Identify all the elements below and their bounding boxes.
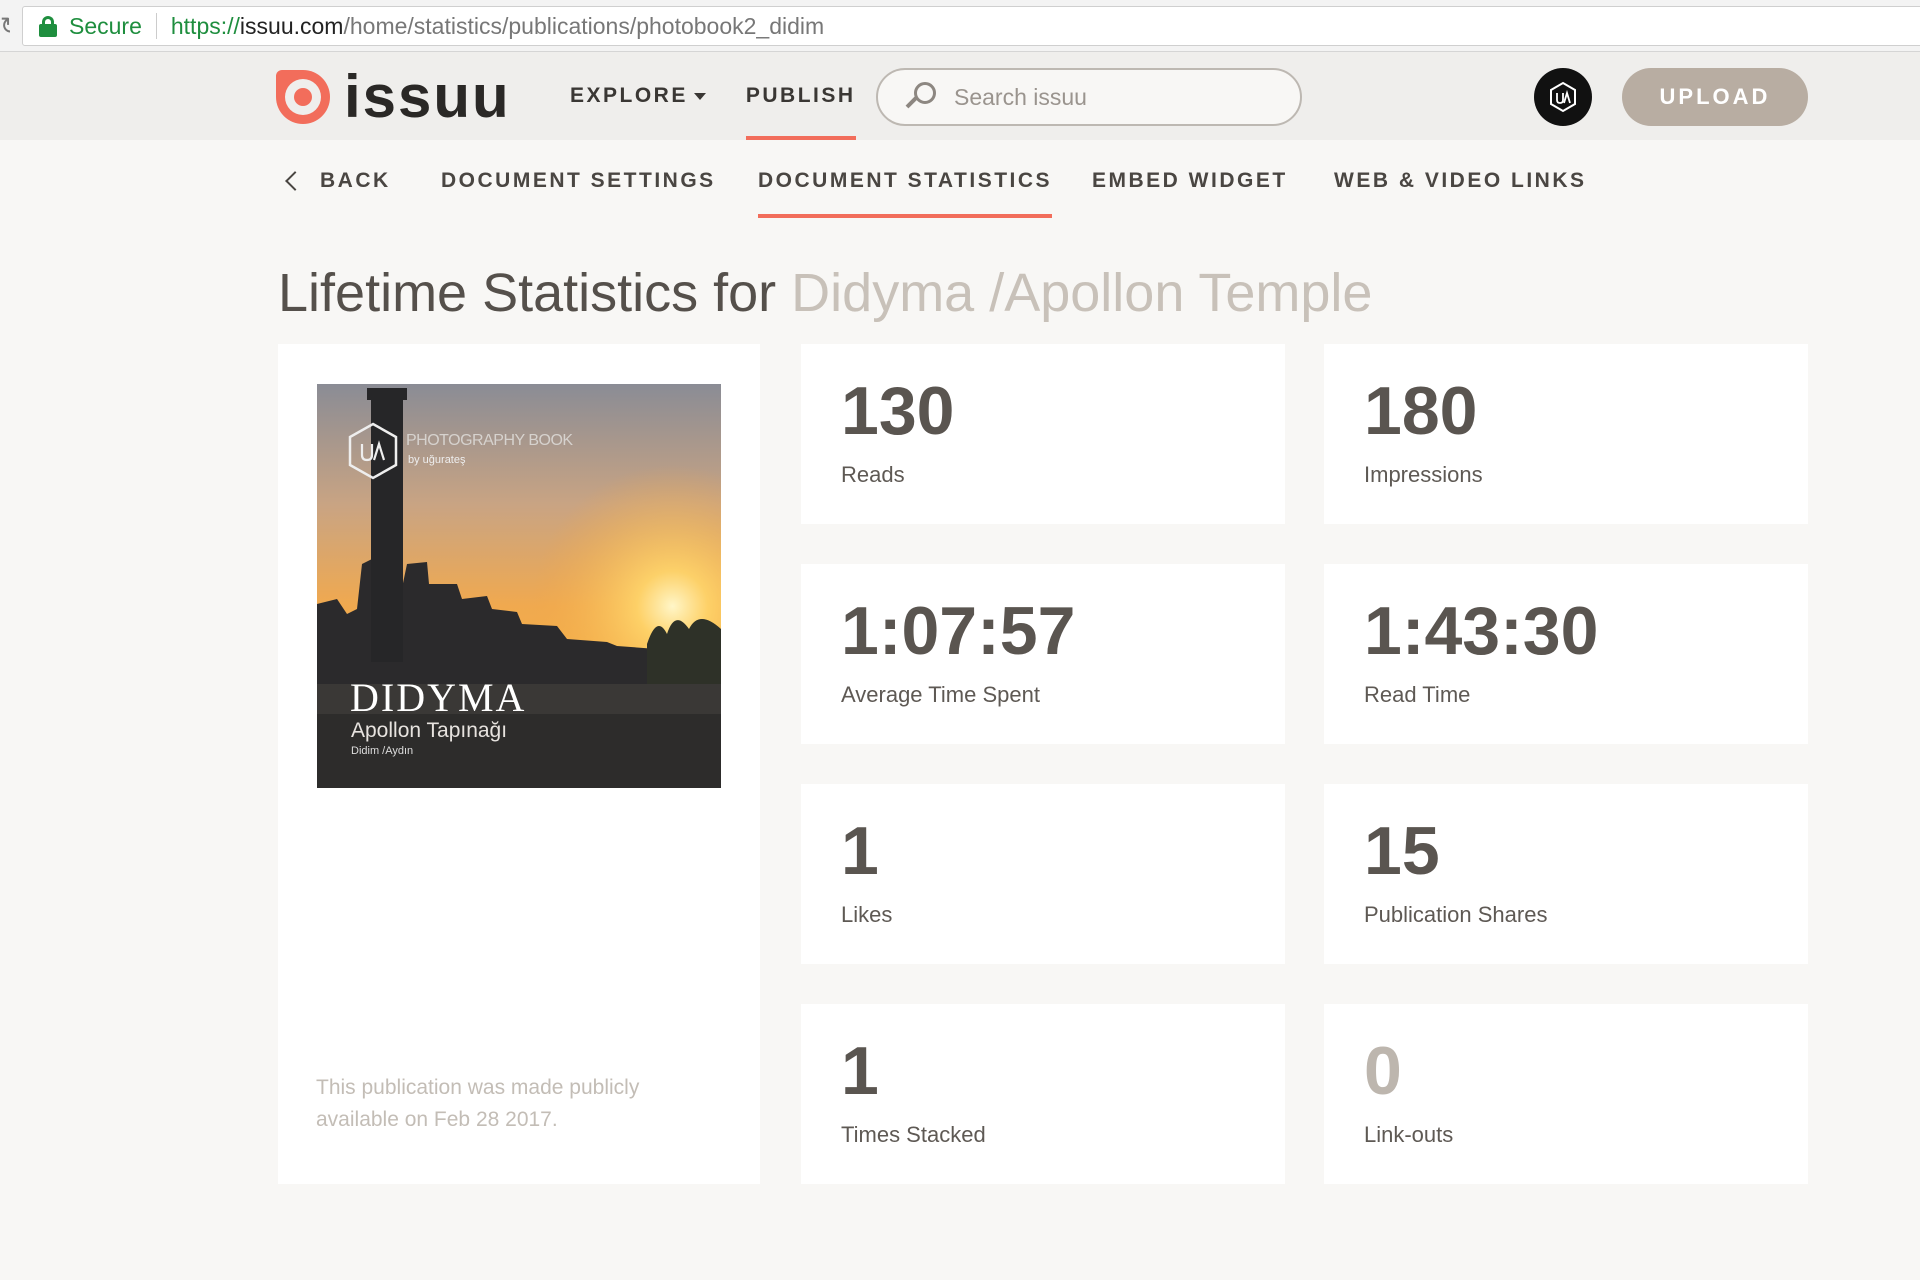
stat-card-impressions: 180 Impressions <box>1324 344 1808 524</box>
tab-document-statistics[interactable]: DOCUMENT STATISTICS <box>758 140 1053 222</box>
reload-icon[interactable]: ↻ <box>0 12 10 41</box>
main-nav: EXPLORE PUBLISH <box>570 52 896 140</box>
nav-publish-label: PUBLISH <box>745 84 856 107</box>
stat-value: 0 <box>1364 1033 1402 1109</box>
back-label: BACK <box>320 169 391 192</box>
stat-label: Reads <box>841 462 905 487</box>
logo-wordmark: issuu <box>344 63 511 130</box>
stat-value: 1 <box>841 813 879 889</box>
tab-embed-widget[interactable]: EMBED WIDGET <box>1092 140 1288 222</box>
page-title: Lifetime Statistics for Didyma /Apollon … <box>278 262 1372 324</box>
cover-series: PHOTOGRAPHY BOOK <box>406 432 573 449</box>
search-icon[interactable] <box>905 80 940 114</box>
chevron-left-icon <box>285 171 305 191</box>
document-name: Didyma /Apollon Temple <box>791 263 1373 323</box>
issuu-logo[interactable]: issuu <box>276 63 511 130</box>
stat-value: 1:43:30 <box>1364 593 1599 669</box>
stat-label: Average Time Spent <box>841 682 1040 707</box>
publication-cover[interactable]: PHOTOGRAPHY BOOK by uğurateş DIDYMA Apol… <box>317 384 721 788</box>
cover-title: DIDYMA <box>350 675 527 720</box>
issuu-logo-icon <box>276 70 330 124</box>
stat-label: Times Stacked <box>841 1122 986 1147</box>
user-avatar[interactable] <box>1534 68 1592 126</box>
url-divider <box>155 13 157 39</box>
site-header: issuu EXPLORE PUBLISH UPLOAD <box>0 52 1920 140</box>
stat-label: Publication Shares <box>1364 902 1548 927</box>
stat-label: Impressions <box>1364 462 1483 487</box>
url-field[interactable]: Secure https://issuu.com/home/statistics… <box>22 6 1920 46</box>
stat-label: Read Time <box>1364 682 1471 707</box>
cover-author: by uğurateş <box>408 454 466 466</box>
stat-card-times-stacked: 1 Times Stacked <box>801 1004 1285 1184</box>
stat-value: 15 <box>1364 813 1440 889</box>
search-input[interactable] <box>954 83 1284 111</box>
nav-explore-label: EXPLORE <box>570 84 688 107</box>
url-scheme: https:// <box>170 12 240 39</box>
search-box <box>876 68 1302 126</box>
url-path: /home/statistics/publications/photobook2… <box>343 12 825 39</box>
stat-value: 1:07:57 <box>841 593 1076 669</box>
tab-web-video-links[interactable]: WEB & VIDEO LINKS <box>1334 140 1587 222</box>
stat-label: Likes <box>841 902 893 927</box>
back-link[interactable]: BACK <box>285 140 391 222</box>
publish-note: This publication was made publicly avail… <box>316 1076 640 1131</box>
stat-value: 180 <box>1364 373 1478 449</box>
stat-card-publication-shares: 15 Publication Shares <box>1324 784 1808 964</box>
nav-explore[interactable]: EXPLORE <box>570 52 706 140</box>
page-title-prefix: Lifetime Statistics for <box>278 263 792 323</box>
cover-hexagon-logo-icon <box>348 422 398 480</box>
tab-document-settings[interactable]: DOCUMENT SETTINGS <box>441 140 716 222</box>
caret-down-icon <box>693 92 706 100</box>
document-sub-nav: BACK DOCUMENT SETTINGS DOCUMENT STATISTI… <box>0 140 1920 222</box>
cover-card: PHOTOGRAPHY BOOK by uğurateş DIDYMA Apol… <box>278 344 760 1184</box>
cover-place: Didim /Aydın <box>351 745 414 757</box>
stat-card-link-outs: 0 Link-outs <box>1324 1004 1808 1184</box>
lock-icon <box>39 15 57 37</box>
stat-card-average-time-spent: 1:07:57 Average Time Spent <box>801 564 1285 744</box>
stat-value: 130 <box>841 373 955 449</box>
stat-label: Link-outs <box>1364 1122 1454 1147</box>
secure-label: Secure <box>69 12 142 39</box>
nav-publish[interactable]: PUBLISH <box>745 52 856 140</box>
stat-card-likes: 1 Likes <box>801 784 1285 964</box>
user-hexagon-logo-icon <box>1550 81 1576 113</box>
url-host: issuu.com <box>239 12 344 39</box>
cover-subtitle: Apollon Tapınağı <box>351 719 508 742</box>
stat-value: 1 <box>841 1033 879 1109</box>
upload-button[interactable]: UPLOAD <box>1622 68 1808 126</box>
stat-card-read-time: 1:43:30 Read Time <box>1324 564 1808 744</box>
browser-address-bar: ↻ Secure https://issuu.com/home/statisti… <box>0 0 1920 52</box>
stat-card-reads: 130 Reads <box>801 344 1285 524</box>
